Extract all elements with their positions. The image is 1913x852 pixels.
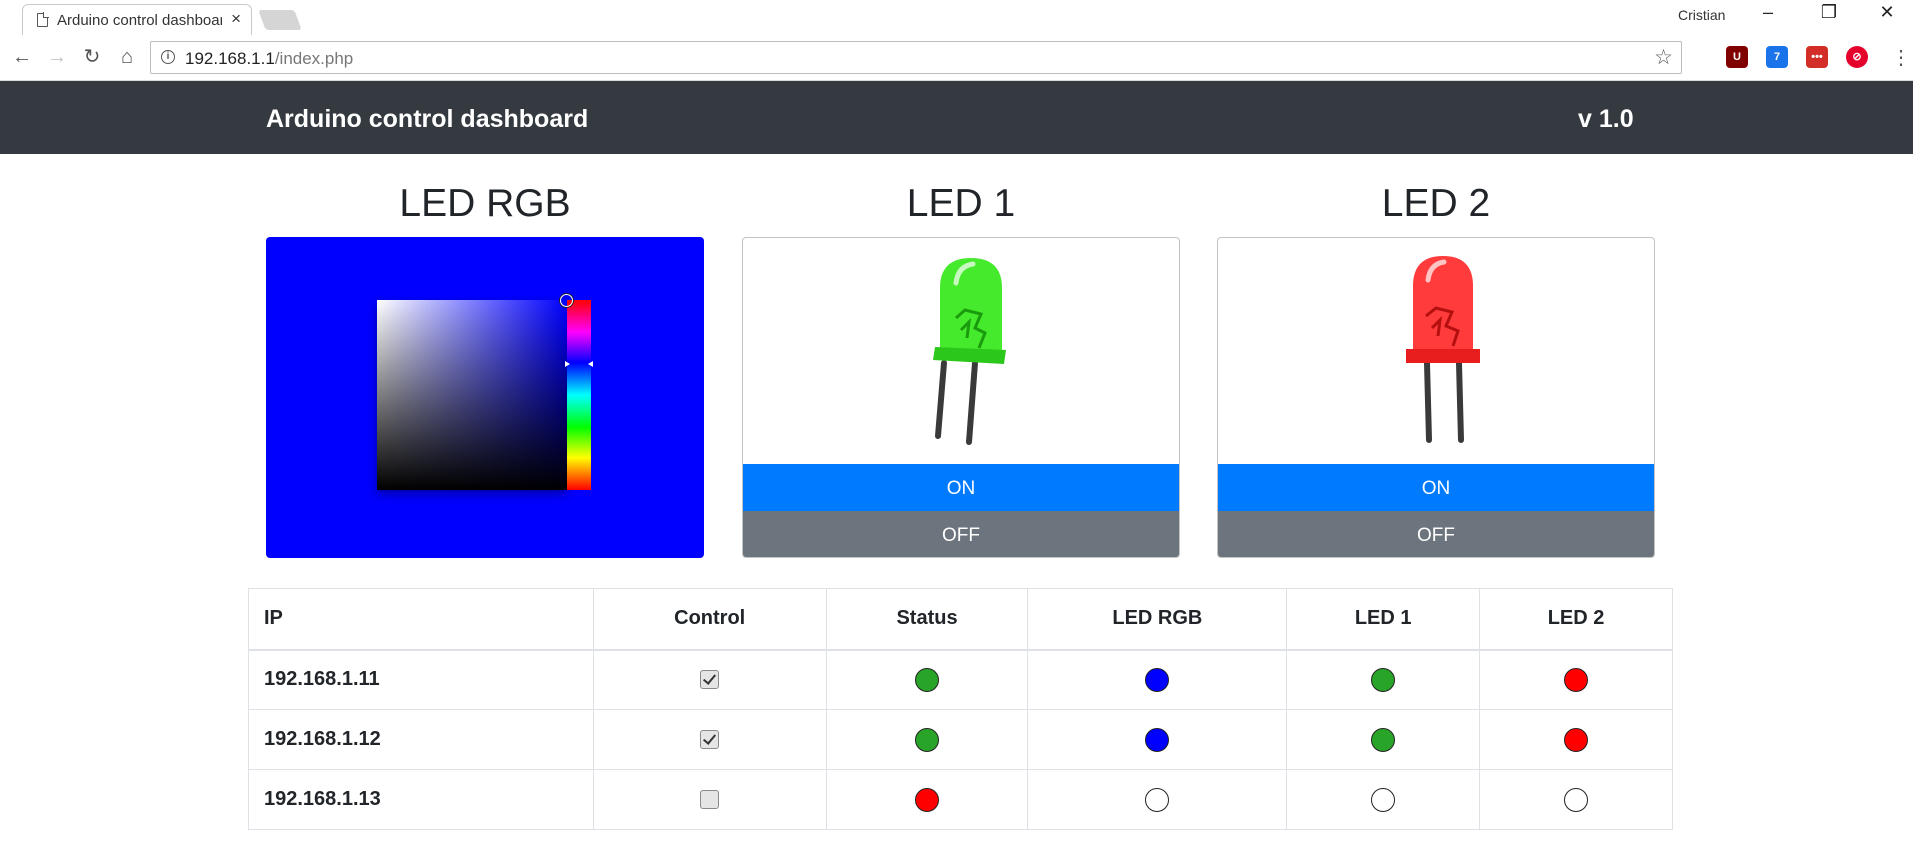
led-rgb-indicator xyxy=(1145,727,1170,752)
table-header-row: IP Control Status LED RGB LED 1 LED 2 xyxy=(248,588,1673,651)
status-indicator xyxy=(915,727,940,752)
browser-tabstrip: Arduino control dashboard × Cristian – ❐… xyxy=(0,0,1913,36)
led2-bulb-icon xyxy=(1406,256,1480,443)
color-picker[interactable] xyxy=(377,294,593,490)
info-icon[interactable]: i xyxy=(161,50,175,64)
led2-indicator xyxy=(1564,787,1589,812)
led2-cell xyxy=(1479,649,1673,710)
saturation-value-area[interactable] xyxy=(377,300,567,490)
device-ip: 192.168.1.11 xyxy=(248,649,594,710)
status-cell xyxy=(825,709,1029,770)
led2-cell xyxy=(1479,769,1673,830)
led1-off-button[interactable]: OFF xyxy=(743,511,1179,557)
devices-table: IP Control Status LED RGB LED 1 LED 2 19… xyxy=(248,588,1673,830)
hue-slider-handle[interactable] xyxy=(565,361,593,367)
control-checkbox[interactable] xyxy=(700,730,720,750)
status-indicator xyxy=(915,787,940,812)
column-header-ip: IP xyxy=(248,588,594,651)
lastpass-icon[interactable]: ••• xyxy=(1806,46,1828,68)
led-rgb-indicator xyxy=(1145,787,1170,812)
url-path: /index.php xyxy=(274,49,354,68)
led1-indicator xyxy=(1371,667,1396,692)
led2-card: ON OFF xyxy=(1217,237,1655,558)
color-picker-handle[interactable] xyxy=(560,294,573,307)
control-cell xyxy=(592,769,827,830)
column-header-led-rgb: LED RGB xyxy=(1027,588,1288,651)
status-indicator xyxy=(915,667,940,692)
led1-card-title: LED 1 xyxy=(906,182,1016,225)
table-row: 192.168.1.12 xyxy=(248,709,1673,770)
led1-indicator xyxy=(1371,787,1396,812)
url-host: 192.168.1.1 xyxy=(185,49,275,68)
status-cell xyxy=(825,649,1029,710)
navbar-brand[interactable]: Arduino control dashboard xyxy=(266,105,588,134)
led-rgb-cell xyxy=(1027,649,1288,710)
hue-slider[interactable] xyxy=(567,300,591,490)
forward-icon[interactable]: → xyxy=(45,46,69,68)
ublock-origin-icon[interactable]: U xyxy=(1726,46,1748,68)
new-tab-button[interactable] xyxy=(258,10,302,30)
minimize-icon[interactable]: – xyxy=(1746,2,1790,23)
led1-card: ON OFF xyxy=(742,237,1180,558)
table-row: 192.168.1.11 xyxy=(248,649,1673,710)
led1-cell xyxy=(1286,709,1481,770)
profile-name[interactable]: Cristian xyxy=(1678,7,1725,23)
bookmark-star-icon[interactable]: ☆ xyxy=(1654,45,1673,70)
led2-card-title: LED 2 xyxy=(1381,182,1491,225)
led-rgb-cell xyxy=(1027,709,1288,770)
browser-menu-icon[interactable]: ⋮ xyxy=(1891,45,1911,70)
restore-icon[interactable]: ❐ xyxy=(1807,2,1851,23)
led1-bulb-icon xyxy=(933,258,1006,445)
control-checkbox[interactable] xyxy=(700,670,720,690)
led2-cell xyxy=(1479,709,1673,770)
led1-cell xyxy=(1286,649,1481,710)
address-bar[interactable]: i 192.168.1.1/index.php ☆ xyxy=(150,41,1682,74)
column-header-led1: LED 1 xyxy=(1286,588,1481,651)
page-icon xyxy=(37,12,49,27)
status-cell xyxy=(825,769,1029,830)
led1-cell xyxy=(1286,769,1481,830)
control-cell xyxy=(592,649,827,710)
led1-indicator xyxy=(1371,727,1396,752)
device-ip: 192.168.1.13 xyxy=(248,769,594,830)
device-ip: 192.168.1.12 xyxy=(248,709,594,770)
back-icon[interactable]: ← xyxy=(10,46,34,68)
rgb-color-panel xyxy=(266,237,704,558)
page-navbar: Arduino control dashboard v 1.0 xyxy=(0,81,1913,154)
browser-toolbar: ← → ↻ ⌂ i 192.168.1.1/index.php ☆ U 7 ••… xyxy=(0,35,1913,81)
rgb-card-title: LED RGB xyxy=(399,182,571,225)
tab-close-icon[interactable]: × xyxy=(231,9,241,29)
version-label: v 1.0 xyxy=(1578,105,1634,133)
url-text[interactable]: 192.168.1.1/index.php xyxy=(185,49,353,69)
browser-tab[interactable]: Arduino control dashboard × xyxy=(22,4,252,36)
led2-indicator xyxy=(1564,727,1589,752)
close-window-icon[interactable]: ✕ xyxy=(1865,2,1909,23)
home-icon[interactable]: ⌂ xyxy=(115,46,139,68)
control-cell xyxy=(592,709,827,770)
mail-notifier-icon[interactable]: 7 xyxy=(1766,46,1788,68)
column-header-control: Control xyxy=(592,588,827,651)
column-header-led2: LED 2 xyxy=(1479,588,1673,651)
led2-off-button[interactable]: OFF xyxy=(1218,511,1654,557)
led1-on-button[interactable]: ON xyxy=(743,464,1179,511)
reload-icon[interactable]: ↻ xyxy=(80,46,104,68)
control-checkbox[interactable] xyxy=(700,790,720,810)
adblock-icon[interactable]: ⊘ xyxy=(1846,46,1868,68)
led-rgb-cell xyxy=(1027,769,1288,830)
tab-title: Arduino control dashboard xyxy=(57,12,222,29)
led2-indicator xyxy=(1564,667,1589,692)
led-rgb-indicator xyxy=(1145,667,1170,692)
led2-on-button[interactable]: ON xyxy=(1218,464,1654,511)
table-row: 192.168.1.13 xyxy=(248,769,1673,830)
column-header-status: Status xyxy=(825,588,1029,651)
